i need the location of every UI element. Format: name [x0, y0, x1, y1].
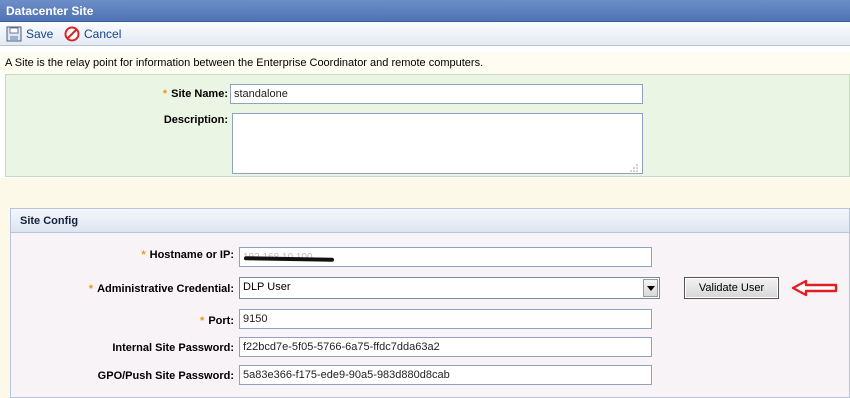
annotation-arrow-icon: [791, 279, 838, 297]
required-marker: *: [88, 283, 94, 295]
internal-password-label: Internal Site Password:: [112, 342, 234, 354]
credential-label: * Administrative Credential:: [88, 283, 234, 295]
port-label: * Port:: [200, 315, 234, 327]
cancel-icon: [64, 26, 80, 42]
cancel-label: Cancel: [84, 27, 122, 41]
required-marker: *: [162, 88, 168, 100]
credential-value: DLP User: [243, 281, 291, 293]
description-input[interactable]: [232, 113, 643, 174]
save-label: Save: [26, 27, 54, 41]
site-name-input[interactable]: [230, 84, 643, 104]
hostname-label: * Hostname or IP:: [141, 249, 234, 261]
hostname-input[interactable]: 192.168.10.100: [239, 247, 652, 267]
site-panel: *Site Name: Description:: [5, 74, 850, 177]
gpo-password-input[interactable]: [239, 365, 652, 385]
credential-select[interactable]: DLP User: [239, 277, 660, 299]
required-marker: *: [200, 315, 205, 327]
chevron-down-icon[interactable]: [643, 279, 658, 297]
cancel-button[interactable]: Cancel: [64, 25, 121, 43]
internal-password-input[interactable]: [239, 337, 652, 357]
site-name-label: * Site Name:: [162, 88, 228, 100]
toolbar: Save Cancel: [0, 22, 850, 46]
window-title: Datacenter Site: [0, 0, 850, 22]
save-icon: [6, 26, 22, 42]
required-marker: *: [141, 249, 146, 261]
resize-grip-icon[interactable]: [630, 164, 638, 172]
description-label: Description:: [163, 114, 228, 126]
validate-user-button[interactable]: Validate User: [684, 277, 779, 299]
site-config-title: Site Config: [11, 209, 849, 233]
gpo-password-label: GPO/Push Site Password:: [97, 370, 234, 382]
info-text: A Site is the relay point for informatio…: [0, 52, 850, 74]
save-button[interactable]: Save: [6, 25, 53, 43]
port-input[interactable]: [239, 309, 652, 329]
